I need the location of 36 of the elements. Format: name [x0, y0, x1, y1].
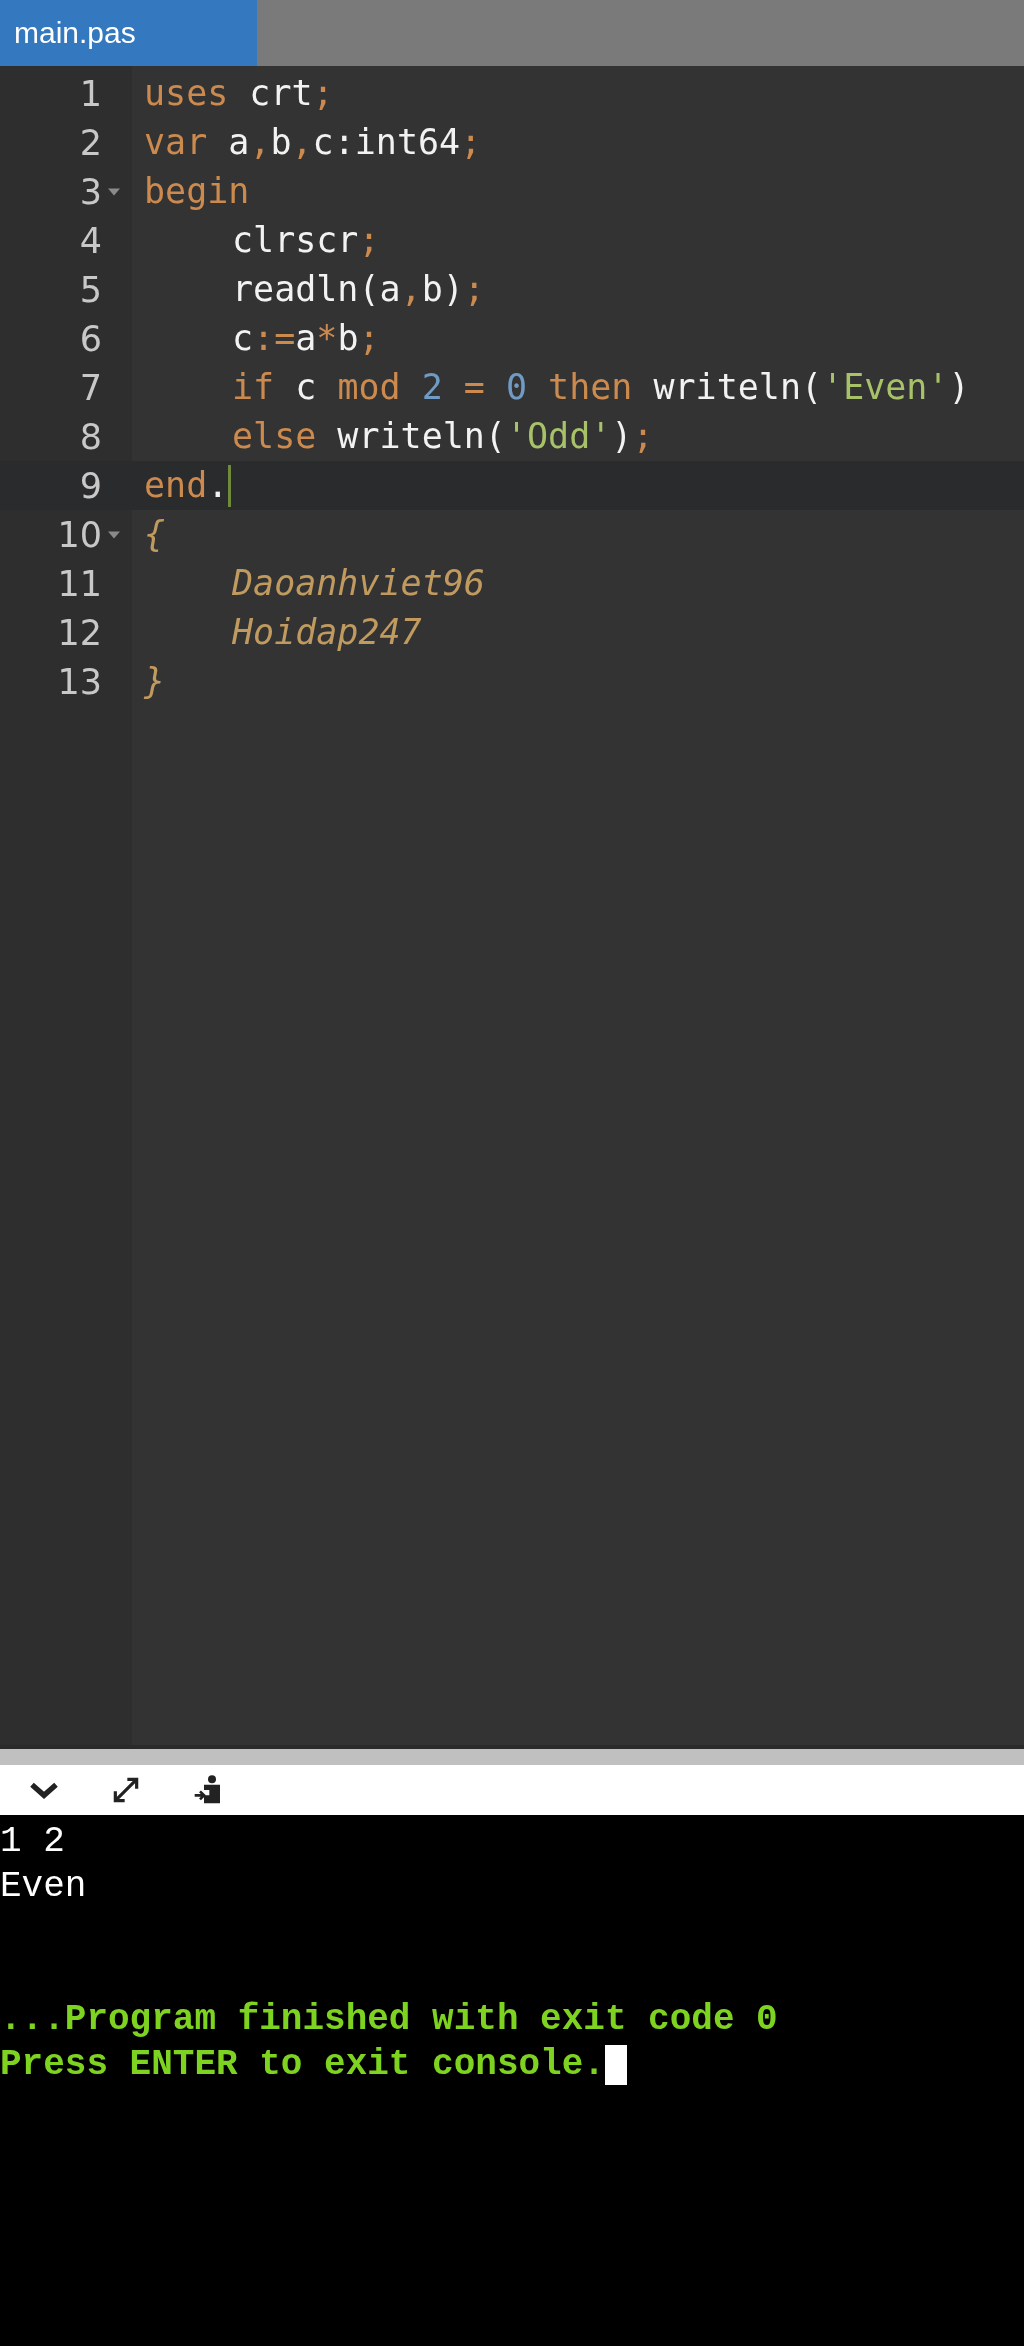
code-line: c:=a*b;: [232, 317, 380, 360]
code-line: Daoanhviet96: [232, 562, 485, 605]
line-number: 7: [79, 367, 102, 408]
line-number: 10: [57, 514, 102, 555]
line-number: 1: [79, 73, 102, 114]
splitter-bar[interactable]: [0, 1745, 1024, 1765]
file-tab[interactable]: main.pas: [0, 0, 257, 66]
code-line: end.: [144, 464, 229, 507]
code-editor[interactable]: 1 uses crt; 2 var a,b,c:int64; 3 begin 4 clrscr; 5 readln(a,b); 6 c:=a*b; 7 if c mod 2 = 0 then writeln('Even') 8 else writeln('Odd'); 9 end. 10 { 11 Daoanhviet96 12 Hoidap247 13 }: [0, 66, 1024, 1745]
fold-triangle-icon[interactable]: [108, 187, 120, 196]
line-number: 11: [57, 563, 102, 604]
code-line: if c mod 2 = 0 then writeln('Even'): [232, 366, 970, 409]
code-line: readln(a,b);: [232, 268, 485, 311]
console-line: ...Program finished with exit code 0: [0, 1998, 778, 2042]
line-number: 6: [79, 318, 102, 359]
fold-triangle-icon[interactable]: [108, 530, 120, 539]
console-line: Press ENTER to exit console.: [0, 2043, 605, 2087]
line-number: 8: [79, 416, 102, 457]
line-number: 12: [57, 612, 102, 653]
code-line: Hoidap247: [232, 611, 422, 654]
code-line: begin: [144, 170, 250, 213]
code-line: uses crt;: [144, 72, 334, 115]
code-line: }: [144, 660, 166, 703]
line-number: 3: [79, 171, 102, 212]
console-line: Even: [0, 1865, 88, 1909]
text-cursor: [228, 464, 232, 507]
line-number: 9: [79, 465, 102, 506]
code-line: else writeln('Odd');: [232, 415, 654, 458]
code-line: {: [144, 513, 166, 556]
code-line: var a,b,c:int64;: [144, 121, 482, 164]
line-number: 4: [79, 220, 102, 261]
line-number: 13: [57, 661, 102, 702]
console-line: 1 2: [0, 1820, 66, 1864]
line-number: 5: [79, 269, 102, 310]
line-number: 2: [79, 122, 102, 163]
code-line: clrscr;: [232, 219, 380, 262]
